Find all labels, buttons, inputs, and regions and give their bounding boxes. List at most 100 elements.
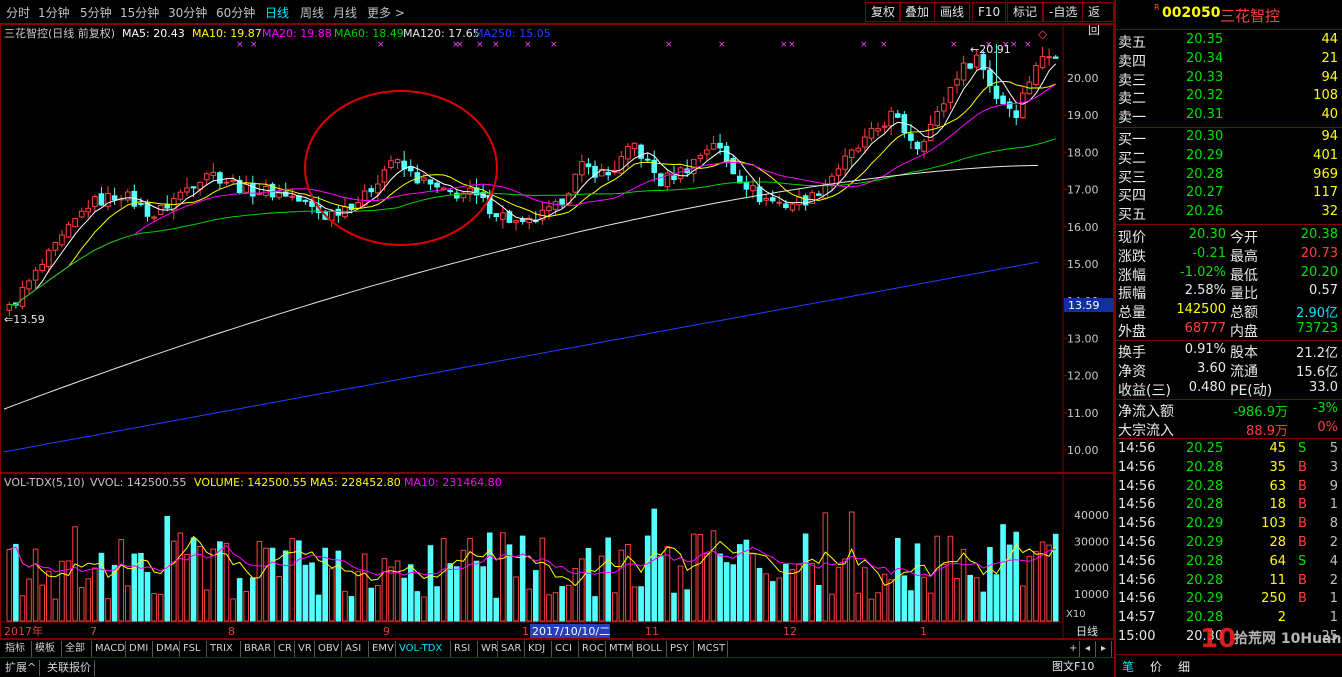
indicator-tab-0[interactable]: 指标 (2, 641, 32, 657)
indicator-tab-16[interactable]: WR (478, 641, 498, 657)
indicator-tab-17[interactable]: SAR (498, 641, 525, 657)
volume-bar (1052, 533, 1059, 622)
detail-tab[interactable]: 细 (1178, 658, 1190, 675)
toolbar-button-5[interactable]: -自选 (1043, 2, 1084, 22)
ask-price: 20.31 (1186, 107, 1224, 123)
indicator-tab-20[interactable]: ROC (579, 641, 606, 657)
indicator-tab-9[interactable]: CR (275, 641, 295, 657)
volume-bar (572, 567, 579, 622)
candle-body (210, 171, 217, 176)
period-button-6[interactable]: 日线 (265, 4, 289, 21)
tick-price: 20.28 (1186, 497, 1224, 513)
candle-body (144, 202, 151, 217)
tab-prev-button[interactable]: ◂ (1082, 641, 1096, 657)
volume-unit: X10 (1066, 609, 1086, 620)
volume-bar (769, 581, 776, 622)
indicator-tab-10[interactable]: VR (295, 641, 315, 657)
indicator-tab-13[interactable]: EMV (369, 641, 396, 657)
toolbar-button-2[interactable]: 画线 (934, 2, 971, 22)
indicator-tab-7[interactable]: TRIX (207, 641, 241, 657)
period-button-3[interactable]: 15分钟 (120, 4, 159, 21)
f10-tab[interactable]: 图文F10 (1052, 658, 1094, 674)
indicator-tab-15[interactable]: RSI (451, 641, 478, 657)
bottom-bar: 扩展^ 关联报价 (0, 657, 1114, 677)
ask-price: 20.35 (1186, 32, 1224, 47)
candle-body (26, 280, 32, 290)
diamond-icon[interactable]: ◇ (1038, 27, 1048, 41)
volume-bar (585, 548, 592, 622)
period-button-1[interactable]: 1分钟 (38, 4, 70, 21)
volume-bar (934, 535, 941, 622)
expand-tab[interactable]: 扩展^ (2, 660, 41, 676)
toolbar-button-0[interactable]: 复权 (865, 2, 902, 22)
quote-label: 涨跌 (1118, 248, 1146, 265)
indicator-tab-3[interactable]: MACD (92, 641, 126, 657)
indicator-tab-18[interactable]: KDJ (525, 641, 552, 657)
candle-body (375, 183, 381, 194)
indicator-tab-19[interactable]: CCI (552, 641, 579, 657)
price-tab[interactable]: 价 (1150, 658, 1162, 675)
low-annotation: ⇐13.59 (4, 313, 45, 326)
volume-bar (124, 585, 131, 622)
indicator-tab-23[interactable]: PSY (667, 641, 694, 657)
indicator-tab-11[interactable]: OBV (315, 641, 342, 657)
tick-time: 14:56 (1118, 516, 1156, 532)
volume-bar (427, 545, 434, 622)
quote-label: 内盘 (1230, 324, 1258, 340)
ask-price: 20.33 (1186, 69, 1224, 85)
volume-bar (611, 592, 618, 622)
volume-bar (440, 538, 447, 622)
candle-body (941, 103, 947, 112)
indicator-tab-22[interactable]: BOLL (633, 641, 667, 657)
candle-body (1033, 64, 1039, 86)
candle-body (151, 216, 157, 219)
period-button-0[interactable]: 分时 (6, 4, 30, 21)
volume-bar (315, 594, 322, 622)
indicator-tab-24[interactable]: MCST (694, 641, 728, 657)
ask-volume: 40 (1321, 107, 1338, 123)
period-button-8[interactable]: 月线 (333, 4, 357, 21)
volume-bar (13, 543, 19, 622)
tab-next-button[interactable]: ▸ (1098, 641, 1112, 657)
bid-volume: 117 (1313, 185, 1338, 201)
candlestick-chart[interactable]: 三花智控(日线 前复权) MA5: 20.43 MA10: 19.87 MA20: 1… (0, 24, 1114, 473)
indicator-tab-1[interactable]: 模板 (32, 641, 62, 657)
tab-add-button[interactable]: + (1066, 641, 1080, 657)
indicator-tab-4[interactable]: DMI (126, 641, 153, 657)
indicator-tab-2[interactable]: 全部 (62, 641, 92, 657)
bid-price: 20.27 (1186, 185, 1224, 201)
indicator-tab-12[interactable]: ASI (342, 641, 369, 657)
tick-tab[interactable]: 笔 (1122, 658, 1134, 675)
toolbar-button-3[interactable]: F10 (972, 2, 1007, 22)
indicator-tab-6[interactable]: FSL (180, 641, 207, 657)
tick-volume: 11 (1269, 572, 1286, 588)
toolbar-button-1[interactable]: 叠加 (899, 2, 936, 22)
tick-side: B (1298, 497, 1307, 513)
indicator-tab-5[interactable]: DMA (153, 641, 180, 657)
candle-body (868, 127, 875, 139)
tick-time: 14:56 (1118, 553, 1156, 569)
period-button-7[interactable]: 周线 (300, 4, 324, 21)
related-quotes-tab[interactable]: 关联报价 (44, 660, 95, 676)
volume-bar (282, 550, 289, 622)
volume-bar (835, 566, 842, 622)
indicator-tab-14[interactable]: VOL-TDX (396, 641, 451, 657)
toolbar-button-6[interactable]: 返回 (1082, 2, 1114, 37)
toolbar-button-4[interactable]: 标记 (1007, 2, 1044, 22)
candle-body (894, 113, 901, 118)
period-button-4[interactable]: 30分钟 (168, 4, 207, 21)
volume-bar (45, 570, 52, 622)
volume-bar (1019, 585, 1026, 622)
indicator-tab-21[interactable]: MTM (606, 641, 633, 657)
volume-bar (486, 532, 493, 622)
period-button-2[interactable]: 5分钟 (80, 4, 112, 21)
period-button-5[interactable]: 60分钟 (216, 4, 255, 21)
date-tick-label: 1 (920, 625, 927, 638)
quote-label: 现价 (1118, 230, 1146, 246)
fundamental-label: 收益(三) (1118, 382, 1171, 399)
volume-chart[interactable]: VOL-TDX(5,10) VVOL: 142500.55 VOLUME: 1425… (0, 473, 1114, 639)
indicator-tab-8[interactable]: BRAR (241, 641, 275, 657)
candle-body (921, 140, 927, 152)
period-button-9[interactable]: 更多 > (367, 4, 405, 21)
volume-bar (289, 538, 296, 622)
